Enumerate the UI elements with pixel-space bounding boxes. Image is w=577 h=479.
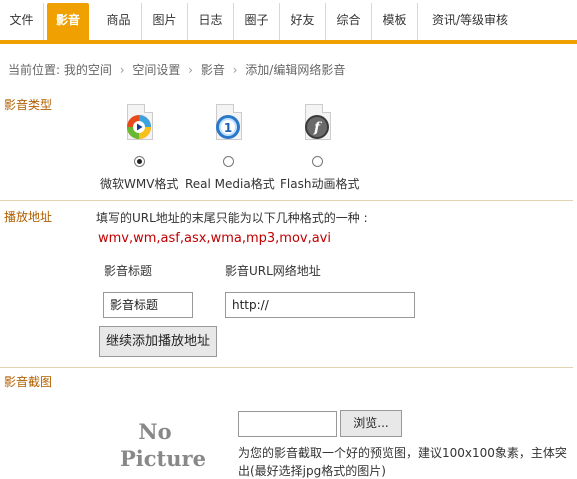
no-picture-placeholder: No Picture [120,418,206,472]
realplayer-icon: 1 [212,104,246,146]
tab-bar: 文件 影音 商品 图片 日志 圈子 好友 综合 模板 资讯/等级审核 [0,0,577,44]
breadcrumb-current: 当前位置: 我的空间 [8,63,112,77]
browse-button[interactable]: 浏览... [340,410,402,437]
breadcrumb: 当前位置: 我的空间 › 空间设置 › 影音 › 添加/编辑网络影音 [8,61,345,78]
breadcrumb-separator: › [188,63,193,77]
flash-icon: f [301,104,335,146]
screenshot-hint-line2: 出(最好选择jpg格式的图片) [238,464,386,478]
col-title-header: 影音标题 [104,264,153,278]
format-realmedia-label: Real Media格式 [185,177,275,191]
tab-general[interactable]: 综合 [326,3,372,40]
tab-files[interactable]: 文件 [0,3,44,40]
screenshot-file-input[interactable] [238,411,337,437]
tab-blog[interactable]: 日志 [188,3,234,40]
no-picture-line1: No [138,419,172,444]
format-flash-option[interactable]: f [278,104,358,146]
col-url-header: 影音URL网络地址 [225,264,321,278]
format-realmedia-radio[interactable] [223,156,234,167]
format-wmv-radio[interactable] [134,156,145,167]
screenshot-hint-line1: 为您的影音截取一个好的预览图，建议100x100象素，主体突 [238,446,567,460]
svg-text:1: 1 [224,121,232,135]
tab-circles[interactable]: 圈子 [234,3,280,40]
media-title-input[interactable]: 影音标题 [103,292,193,318]
section-divider [0,367,573,368]
no-picture-line2: Picture [120,446,206,471]
tab-templates[interactable]: 模板 [372,3,418,40]
tab-media[interactable]: 影音 [47,3,89,41]
play-url-label: 播放地址 [4,210,53,224]
tab-products[interactable]: 商品 [96,3,142,40]
breadcrumb-space-settings[interactable]: 空间设置 [132,63,180,77]
tab-news-review[interactable]: 资讯/等级审核 [420,3,520,40]
format-wmv-option[interactable] [100,104,180,146]
allowed-extensions: wmv,wm,asf,asx,wma,mp3,mov,avi [98,231,331,246]
breadcrumb-separator: › [232,63,238,77]
tab-photos[interactable]: 图片 [142,3,188,40]
tab-friends[interactable]: 好友 [280,3,326,40]
format-flash-label: Flash动画格式 [280,177,360,191]
screenshot-label: 影音截图 [4,375,53,389]
format-flash-radio[interactable] [312,156,323,167]
media-type-label: 影音类型 [4,98,53,112]
add-more-url-button[interactable]: 继续添加播放地址 [99,326,217,357]
windows-media-icon [123,104,157,146]
breadcrumb-add-edit: 添加/编辑网络影音 [245,63,346,77]
format-realmedia-option[interactable]: 1 [189,104,269,146]
url-format-hint: 填写的URL地址的末尾只能为以下几种格式的一种 : [96,211,368,225]
media-url-input[interactable]: http:// [225,292,415,318]
breadcrumb-media[interactable]: 影音 [201,63,225,77]
breadcrumb-separator: › [119,63,125,77]
format-wmv-label: 微软WMV格式 [100,177,179,191]
section-divider [0,200,573,201]
